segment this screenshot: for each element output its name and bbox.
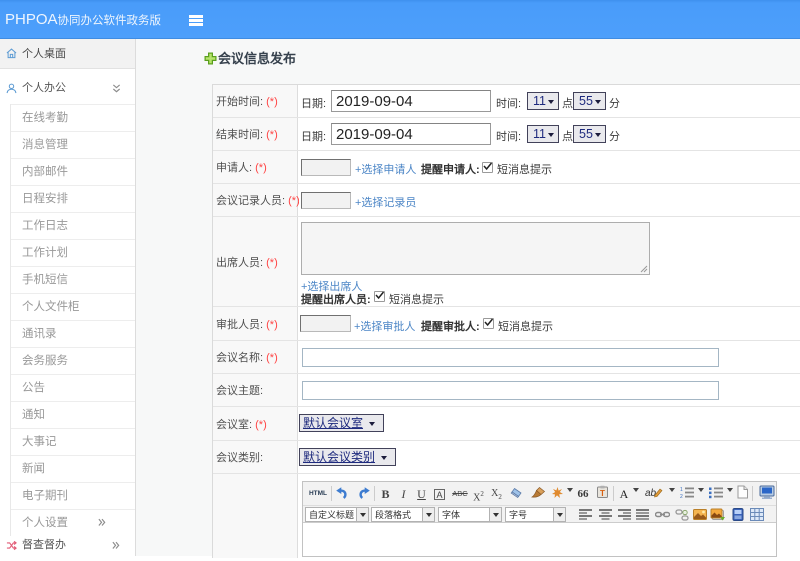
svg-text:T: T [600,489,605,498]
svg-text:2: 2 [680,494,683,499]
svg-text:ab: ab [645,488,657,499]
svg-text:1: 1 [680,487,683,493]
